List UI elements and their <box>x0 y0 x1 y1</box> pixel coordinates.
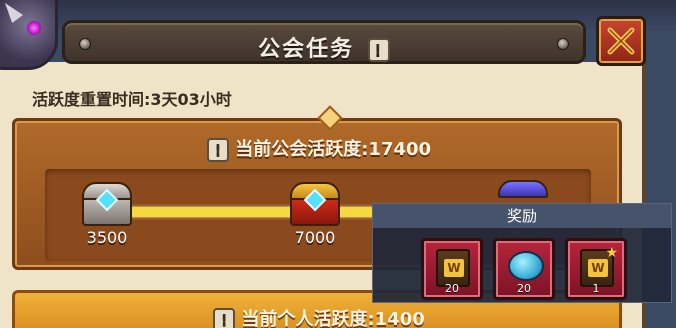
info-icon[interactable]: ! <box>206 138 229 162</box>
header-bar: 公会任务 ! <box>62 20 586 64</box>
reward-popup-title: 奖励 <box>373 204 671 228</box>
blue-stone-icon <box>508 251 544 281</box>
rivet-icon <box>557 38 569 50</box>
close-button[interactable] <box>596 16 646 66</box>
milestone-value: 7000 <box>294 228 336 247</box>
chest-milestone-2[interactable]: 7000 <box>290 182 340 247</box>
reward-qty: 20 <box>517 282 531 295</box>
milestone-value: 3500 <box>86 228 128 247</box>
personal-activity-title: ! 当前个人活跃度:1400 <box>15 305 619 328</box>
reward-item[interactable]: W ★ 1 <box>565 238 627 300</box>
reward-item[interactable]: W 20 <box>421 238 483 300</box>
reset-timer: 活跃度重置时间:3天03小时 <box>32 90 232 109</box>
personal-activity-label: 当前个人活跃度:1400 <box>241 309 425 328</box>
eye-icon <box>27 21 41 35</box>
reward-popup: 奖励 W 20 20 W ★ 1 <box>372 203 672 303</box>
horn-icon <box>5 3 23 23</box>
page-title-text: 公会任务 <box>258 37 355 62</box>
page-title: 公会任务 ! <box>65 31 583 63</box>
chest-icon <box>498 180 548 198</box>
reward-item[interactable]: 20 <box>493 238 555 300</box>
reward-qty: 1 <box>592 282 600 295</box>
avatar[interactable] <box>0 0 58 70</box>
close-icon <box>607 27 635 55</box>
star-icon: ★ <box>605 245 618 261</box>
guild-activity-title: ! 当前公会活跃度:17400 <box>15 135 619 162</box>
info-icon[interactable]: ! <box>213 308 236 328</box>
chest-milestone-1[interactable]: 3500 <box>82 182 132 247</box>
guild-activity-label: 当前公会活跃度:17400 <box>235 139 432 160</box>
info-icon[interactable]: ! <box>367 38 390 62</box>
reward-qty: 20 <box>445 282 459 295</box>
